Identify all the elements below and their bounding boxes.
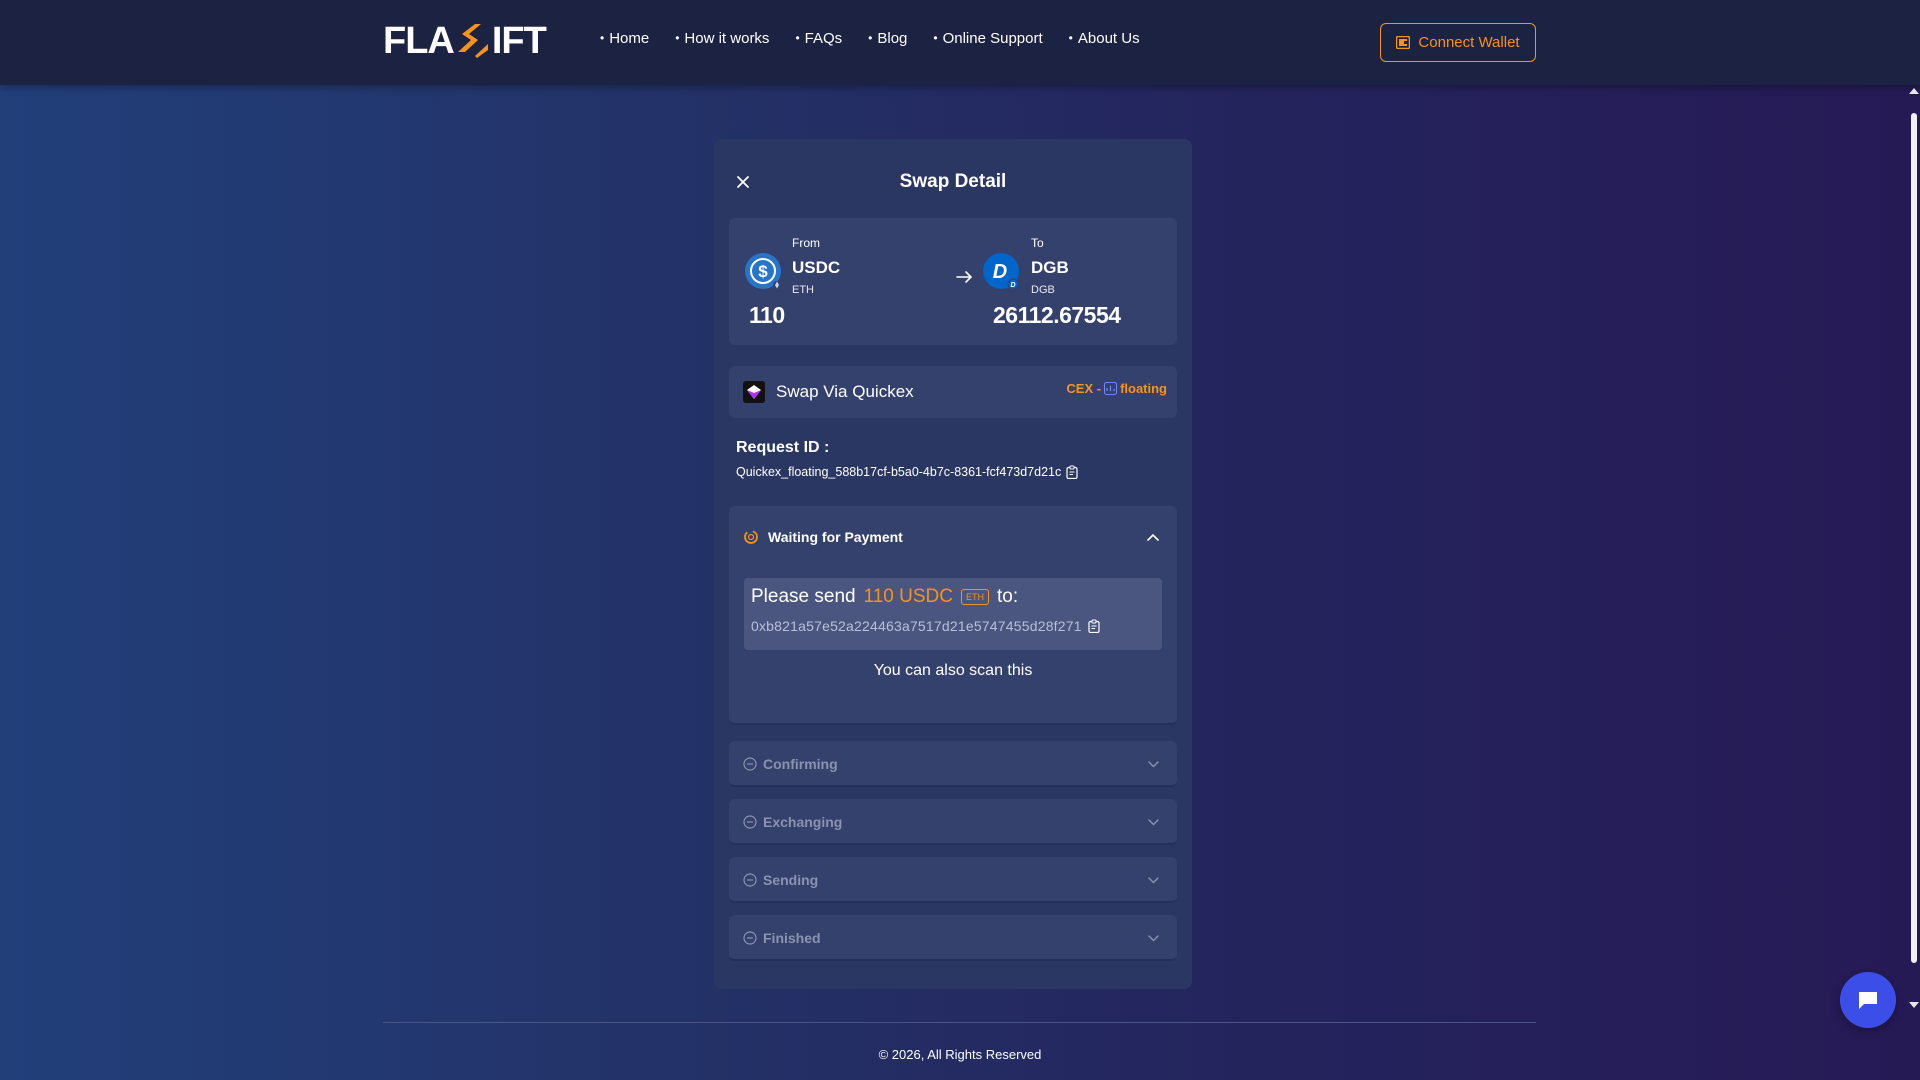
step-label: Exchanging [763, 814, 843, 830]
chevron-down-icon[interactable] [1148, 761, 1159, 768]
svg-text:$: $ [758, 262, 768, 281]
main-nav: Home How it works FAQs Blog Online Suppo… [600, 30, 1140, 47]
rate-type-tag: CEX - floating [1066, 381, 1167, 396]
step-finished[interactable]: Finished [729, 915, 1177, 961]
from-amount: 110 [749, 302, 785, 328]
send-suffix: to: [996, 586, 1019, 607]
copy-icon[interactable] [1066, 465, 1079, 479]
minus-circle-icon [743, 873, 757, 887]
send-instruction: Please send 110 USDC ETH to: [751, 586, 1018, 608]
step-confirming[interactable]: Confirming [729, 741, 1177, 787]
logo-text-left: FLA [383, 19, 455, 62]
swap-pair-panel: $ From USDC ETH 110 D D To DGB DGB 26112… [729, 218, 1177, 345]
chevron-up-icon[interactable] [1147, 533, 1159, 541]
chevron-down-icon[interactable] [1148, 935, 1159, 942]
step-label: Confirming [763, 756, 838, 772]
dgb-coin-icon: D D [983, 253, 1019, 290]
rate-type-prefix: CEX - [1066, 381, 1102, 396]
wallet-icon [1396, 36, 1411, 49]
waiting-for-payment-section: Waiting for Payment Please send 110 USDC… [729, 506, 1177, 725]
minus-circle-icon [743, 757, 757, 771]
top-header: FLA IFT Home How it works FAQs Blog Onli… [0, 0, 1920, 85]
send-amount: 110 USDC [863, 586, 953, 607]
to-amount: 26112.67554 [993, 302, 1121, 328]
network-badge: ETH [960, 589, 989, 605]
quickex-logo-icon [743, 381, 765, 403]
send-prefix: Please send [751, 586, 856, 607]
svg-text:D: D [1010, 282, 1015, 289]
scan-qr-hint: You can also scan this [873, 662, 1033, 679]
chevron-down-icon[interactable] [1148, 819, 1159, 826]
to-label: To [1031, 236, 1044, 250]
step-label: Sending [763, 872, 819, 888]
step-label: Finished [763, 930, 821, 946]
logo-s-mark-icon [457, 24, 488, 58]
waiting-header[interactable]: Waiting for Payment [743, 529, 903, 545]
request-id-label: Request ID : [736, 439, 830, 456]
page-scrollbar[interactable] [1906, 85, 1920, 1080]
connect-wallet-button[interactable]: Connect Wallet [1380, 23, 1536, 62]
swap-via-label: Swap Via Quickex [776, 382, 914, 401]
minus-circle-icon [743, 815, 757, 829]
deposit-address-row: 0xb821a57e52a224463a7517d21e5747455d28f2… [751, 618, 1101, 634]
from-symbol: USDC [792, 258, 841, 277]
from-network: ETH [792, 284, 814, 296]
nav-about-us[interactable]: About Us [1069, 30, 1140, 47]
request-id-row: Quickex_floating_588b17cf-b5a0-4b7c-8361… [736, 465, 1079, 479]
to-symbol: DGB [1031, 258, 1069, 277]
chevron-down-icon[interactable] [1148, 877, 1159, 884]
scroll-thumb[interactable] [1911, 113, 1917, 963]
request-id-value: Quickex_floating_588b17cf-b5a0-4b7c-8361… [736, 465, 1062, 479]
step-exchanging[interactable]: Exchanging [729, 799, 1177, 845]
card-title: Swap Detail [899, 171, 1007, 192]
swap-detail-card: Swap Detail $ From USDC ETH 110 D D To D… [714, 139, 1192, 989]
deposit-address: 0xb821a57e52a224463a7517d21e5747455d28f2… [751, 618, 1082, 634]
nav-faqs[interactable]: FAQs [795, 30, 843, 47]
live-chat-button[interactable] [1840, 972, 1896, 1028]
send-instructions-panel: Please send 110 USDC ETH to: 0xb821a57e5… [744, 578, 1162, 650]
swap-provider-panel: Swap Via Quickex CEX - floating [729, 366, 1177, 418]
floating-rate-icon [1104, 382, 1118, 395]
usdc-coin-icon: $ [745, 253, 781, 289]
step-sending[interactable]: Sending [729, 857, 1177, 903]
from-label: From [792, 236, 820, 250]
footer-copyright: © 2026, All Rights Reserved [878, 1047, 1042, 1062]
scroll-down-arrow-icon[interactable] [1909, 1002, 1919, 1008]
rate-type-suffix: floating [1120, 381, 1167, 396]
connect-wallet-label: Connect Wallet [1418, 34, 1520, 51]
minus-circle-icon [743, 931, 757, 945]
chat-bubble-icon [1859, 992, 1877, 1009]
flashift-logo[interactable]: FLA IFT [383, 19, 547, 62]
arrow-right-icon [956, 271, 973, 283]
footer-divider [383, 1022, 1536, 1023]
nav-home[interactable]: Home [600, 30, 649, 47]
spinner-icon [744, 530, 758, 544]
waiting-title: Waiting for Payment [768, 529, 903, 545]
logo-text-right: IFT [491, 19, 547, 62]
svg-text:D: D [993, 261, 1007, 283]
nav-blog[interactable]: Blog [868, 30, 907, 47]
nav-how-it-works[interactable]: How it works [675, 30, 769, 47]
nav-online-support[interactable]: Online Support [933, 30, 1043, 47]
scroll-up-arrow-icon[interactable] [1909, 88, 1919, 94]
copy-address-icon[interactable] [1088, 619, 1101, 633]
to-network: DGB [1031, 284, 1055, 296]
